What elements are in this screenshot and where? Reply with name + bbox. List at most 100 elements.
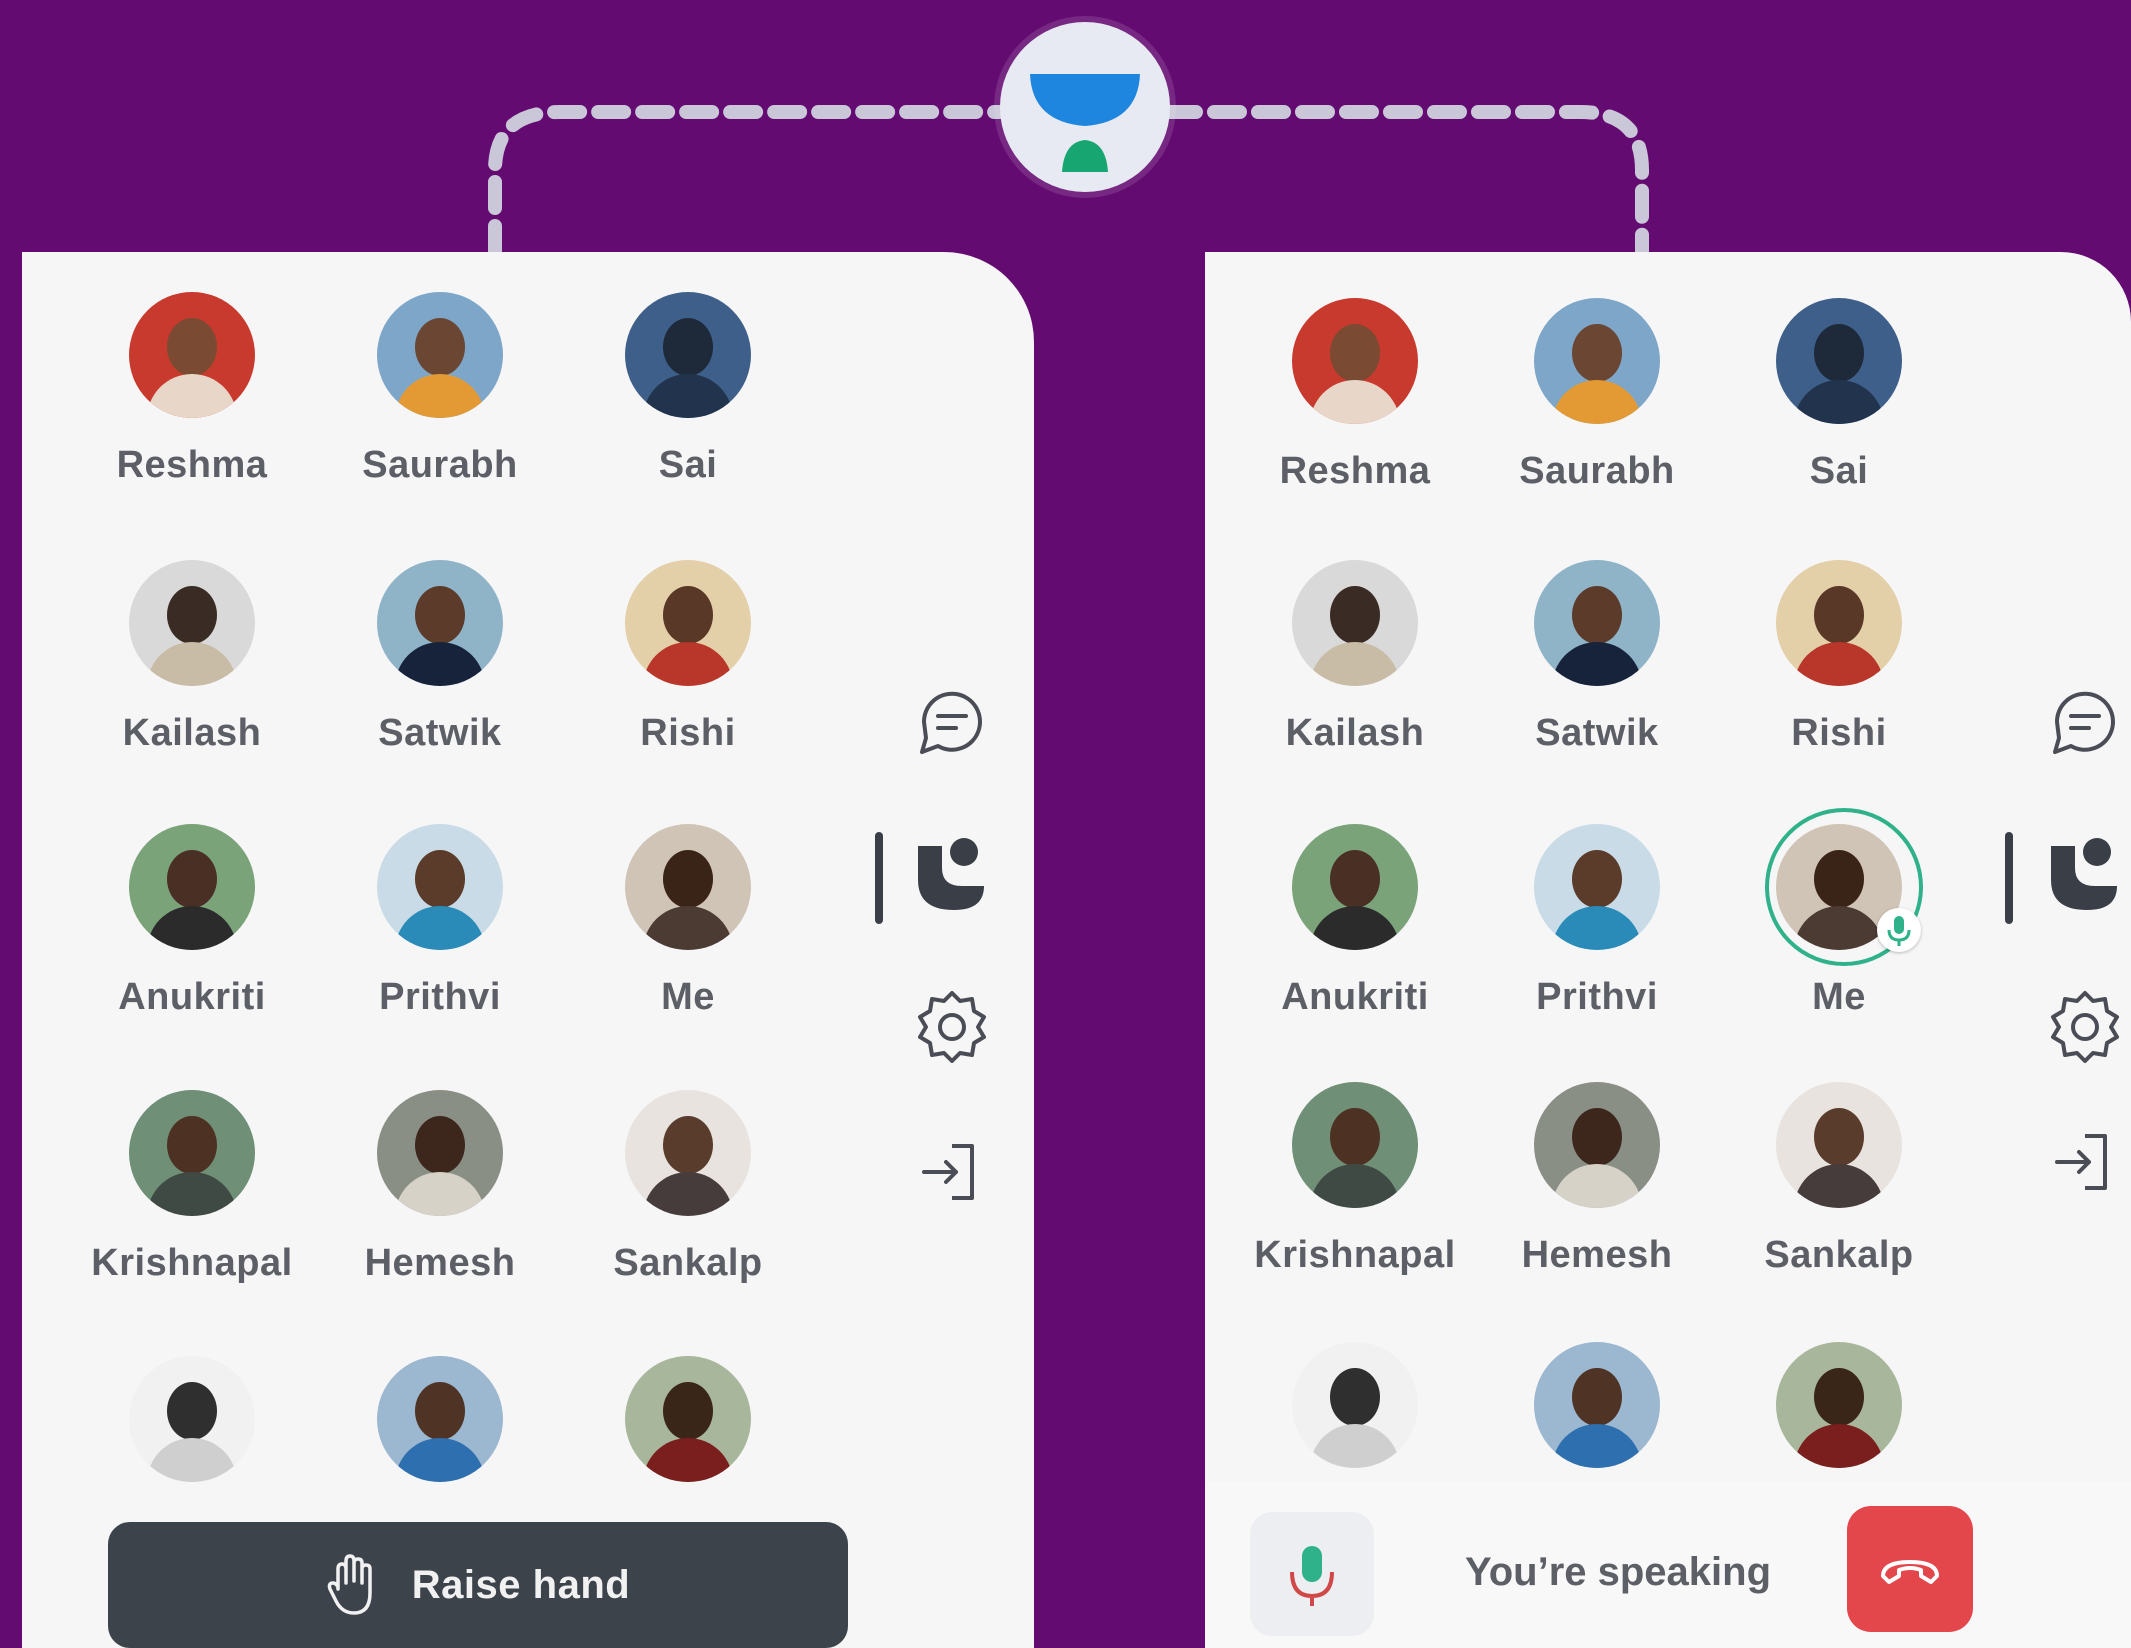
participant-anukriti[interactable]: Anukriti (82, 824, 302, 1019)
avatar (1776, 298, 1902, 424)
avatar (1776, 1342, 1902, 1468)
left-screen: Reshma Saurabh Sai Kailash Satwik Rishi … (22, 252, 1034, 1648)
participant-name: Rishi (640, 712, 736, 754)
participant-name: Krishnapal (1254, 1234, 1456, 1276)
avatar (377, 292, 503, 418)
avatar (377, 1090, 503, 1216)
participant-reshma[interactable]: Reshma (1245, 298, 1465, 493)
participant-name: Kailash (122, 712, 262, 754)
end-call-button[interactable] (1847, 1506, 1973, 1632)
participant-sai[interactable]: Sai (1729, 298, 1949, 493)
participant-krishnapal[interactable]: Krishnapal (82, 1090, 302, 1285)
participant-name: Prithvi (379, 976, 501, 1018)
participant-name: Sankalp (613, 1242, 763, 1284)
participant-row-partial[interactable] (578, 1356, 798, 1482)
participant-krishnapal[interactable]: Krishnapal (1245, 1082, 1465, 1277)
participant-sankalp[interactable]: Sankalp (1729, 1082, 1949, 1277)
microphone-icon (1290, 1546, 1334, 1606)
hand-icon (327, 1554, 372, 1615)
mic-active-icon (1877, 908, 1921, 952)
microphone-button[interactable] (1250, 1512, 1374, 1636)
avatar (129, 560, 255, 686)
end-call-icon (1881, 1560, 1939, 1584)
participant-kailash[interactable]: Kailash (1245, 560, 1465, 755)
participant-name: Prithvi (1536, 976, 1658, 1018)
participant-name: Kailash (1285, 712, 1425, 754)
participant-row-partial[interactable] (82, 1356, 302, 1482)
leave-icon[interactable] (2045, 1122, 2125, 1202)
participant-name: Saurabh (1519, 450, 1675, 492)
avatar (1776, 1082, 1902, 1208)
settings-icon[interactable] (2045, 987, 2125, 1067)
participant-name: Hemesh (1521, 1234, 1673, 1276)
avatar (1292, 560, 1418, 686)
participant-me[interactable]: Me (1729, 808, 1949, 1019)
active-tab-indicator (2005, 832, 2013, 924)
avatar (377, 824, 503, 950)
participant-satwik[interactable]: Satwik (1487, 560, 1707, 755)
avatar (129, 1090, 255, 1216)
avatar (1534, 1082, 1660, 1208)
participant-saurabh[interactable]: Saurabh (1487, 298, 1707, 493)
participant-hemesh[interactable]: Hemesh (330, 1090, 550, 1285)
participants-icon[interactable] (912, 832, 992, 912)
avatar (625, 1356, 751, 1482)
settings-icon[interactable] (912, 987, 992, 1067)
avatar (1292, 824, 1418, 950)
participant-name: Krishnapal (91, 1242, 293, 1284)
chat-icon[interactable] (912, 682, 992, 762)
participant-name: Saurabh (362, 444, 518, 486)
avatar (1534, 824, 1660, 950)
participant-name: Sai (1809, 450, 1869, 492)
speaking-status: You’re speaking (1465, 1550, 1772, 1594)
avatar (1534, 560, 1660, 686)
avatar (1776, 560, 1902, 686)
active-tab-indicator (875, 832, 883, 924)
participant-saurabh[interactable]: Saurabh (330, 292, 550, 487)
participant-row-partial[interactable] (1487, 1342, 1707, 1468)
participant-sai[interactable]: Sai (578, 292, 798, 487)
participant-name: Satwik (1535, 712, 1659, 754)
participant-name: Hemesh (364, 1242, 516, 1284)
participant-name: Reshma (1279, 450, 1431, 492)
participant-rishi[interactable]: Rishi (578, 560, 798, 755)
participant-anukriti[interactable]: Anukriti (1245, 824, 1465, 1019)
avatar (625, 1090, 751, 1216)
avatar (1292, 1342, 1418, 1468)
avatar (129, 824, 255, 950)
participant-name: Me (1812, 976, 1866, 1018)
participants-icon[interactable] (2045, 832, 2125, 912)
avatar (625, 824, 751, 950)
participant-kailash[interactable]: Kailash (82, 560, 302, 755)
participant-row-partial[interactable] (1245, 1342, 1465, 1468)
participant-name: Rishi (1791, 712, 1887, 754)
raise-hand-button[interactable]: Raise hand (108, 1522, 848, 1648)
avatar (1534, 298, 1660, 424)
participant-name: Sankalp (1764, 1234, 1914, 1276)
participant-name: Me (661, 976, 715, 1018)
avatar (625, 560, 751, 686)
leave-icon[interactable] (912, 1132, 992, 1212)
avatar (1292, 1082, 1418, 1208)
unacademy-logo-icon (1000, 22, 1170, 192)
avatar (1292, 298, 1418, 424)
chat-icon[interactable] (2045, 682, 2125, 762)
participant-rishi[interactable]: Rishi (1729, 560, 1949, 755)
participant-name: Reshma (116, 444, 268, 486)
participant-prithvi[interactable]: Prithvi (330, 824, 550, 1019)
participant-prithvi[interactable]: Prithvi (1487, 824, 1707, 1019)
participant-sankalp[interactable]: Sankalp (578, 1090, 798, 1285)
participant-name: Sai (658, 444, 718, 486)
participant-me[interactable]: Me (578, 824, 798, 1019)
avatar (377, 560, 503, 686)
right-screen: Reshma Saurabh Sai Kailash Satwik Rishi … (1205, 252, 2131, 1648)
participant-reshma[interactable]: Reshma (82, 292, 302, 487)
avatar (129, 292, 255, 418)
participant-row-partial[interactable] (1729, 1342, 1949, 1468)
participant-name: Anukriti (1281, 976, 1429, 1018)
avatar (129, 1356, 255, 1482)
participant-satwik[interactable]: Satwik (330, 560, 550, 755)
participant-hemesh[interactable]: Hemesh (1487, 1082, 1707, 1277)
avatar (625, 292, 751, 418)
participant-row-partial[interactable] (330, 1356, 550, 1482)
